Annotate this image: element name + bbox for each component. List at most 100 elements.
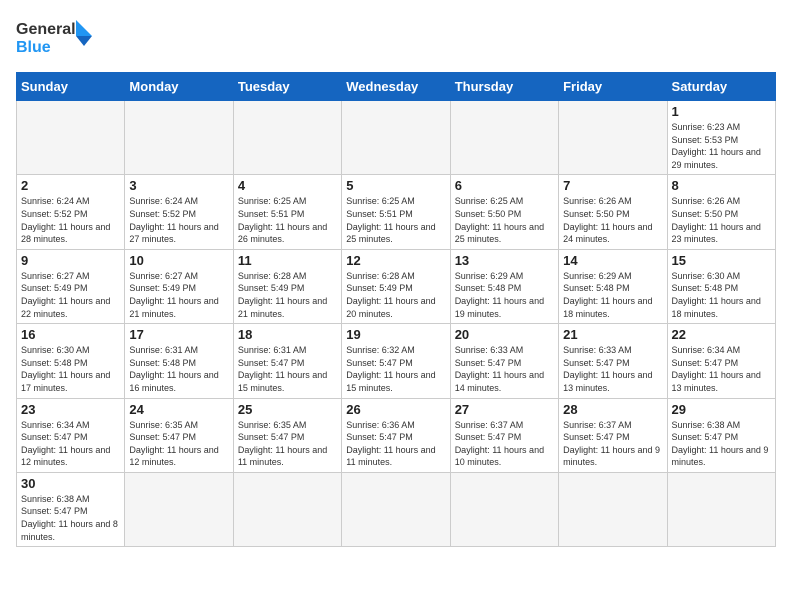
calendar-cell: 5Sunrise: 6:25 AM Sunset: 5:51 PM Daylig… xyxy=(342,175,450,249)
calendar: SundayMondayTuesdayWednesdayThursdayFrid… xyxy=(16,72,776,547)
calendar-cell: 14 Sunrise: 6:29 AM Sunset: 5:48 PM Dayli… xyxy=(559,249,667,323)
day-number: 1 xyxy=(672,104,771,119)
calendar-cell: 18 Sunrise: 6:31 AM Sunset: 5:47 PM Dayli… xyxy=(233,324,341,398)
calendar-cell xyxy=(342,101,450,175)
weekday-header: Friday xyxy=(559,73,667,101)
page-header: GeneralBlue xyxy=(16,16,776,60)
cell-sun-info: Sunrise: 6:34 AM Sunset: 5:47 PM Dayligh… xyxy=(21,419,120,469)
calendar-cell xyxy=(342,472,450,546)
svg-text:General: General xyxy=(16,21,76,38)
logo-icon: GeneralBlue xyxy=(16,16,96,60)
calendar-cell: 11 Sunrise: 6:28 AM Sunset: 5:49 PM Dayli… xyxy=(233,249,341,323)
cell-sun-info: Sunrise: 6:27 AM Sunset: 5:49 PM Dayligh… xyxy=(21,270,120,320)
cell-sun-info: Sunrise: 6:23 AM Sunset: 5:53 PM Dayligh… xyxy=(672,121,771,171)
day-number: 24 xyxy=(129,402,228,417)
day-number: 15 xyxy=(672,253,771,268)
calendar-cell: 3 Sunrise: 6:24 AM Sunset: 5:52 PM Daylig… xyxy=(125,175,233,249)
cell-sun-info: Sunrise: 6:29 AM Sunset: 5:48 PM Dayligh… xyxy=(563,270,662,320)
day-number: 2 xyxy=(21,178,120,193)
calendar-cell: 2Sunrise: 6:24 AM Sunset: 5:52 PM Daylig… xyxy=(17,175,125,249)
calendar-cell xyxy=(559,101,667,175)
day-number: 23 xyxy=(21,402,120,417)
cell-sun-info: Sunrise: 6:25 AM Sunset: 5:50 PM Dayligh… xyxy=(455,195,554,245)
calendar-week-row: 23 Sunrise: 6:34 AM Sunset: 5:47 PM Dayli… xyxy=(17,398,776,472)
weekday-header: Sunday xyxy=(17,73,125,101)
calendar-cell: 10Sunrise: 6:27 AM Sunset: 5:49 PM Dayli… xyxy=(125,249,233,323)
calendar-header-row: SundayMondayTuesdayWednesdayThursdayFrid… xyxy=(17,73,776,101)
weekday-header: Wednesday xyxy=(342,73,450,101)
day-number: 4 xyxy=(238,178,337,193)
calendar-cell: 15Sunrise: 6:30 AM Sunset: 5:48 PM Dayli… xyxy=(667,249,775,323)
cell-sun-info: Sunrise: 6:32 AM Sunset: 5:47 PM Dayligh… xyxy=(346,344,445,394)
calendar-cell: 4Sunrise: 6:25 AM Sunset: 5:51 PM Daylig… xyxy=(233,175,341,249)
cell-sun-info: Sunrise: 6:27 AM Sunset: 5:49 PM Dayligh… xyxy=(129,270,228,320)
day-number: 17 xyxy=(129,327,228,342)
cell-sun-info: Sunrise: 6:33 AM Sunset: 5:47 PM Dayligh… xyxy=(563,344,662,394)
weekday-header: Thursday xyxy=(450,73,558,101)
day-number: 13 xyxy=(455,253,554,268)
day-number: 27 xyxy=(455,402,554,417)
calendar-cell: 16 Sunrise: 6:30 AM Sunset: 5:48 PM Dayli… xyxy=(17,324,125,398)
cell-sun-info: Sunrise: 6:31 AM Sunset: 5:47 PM Dayligh… xyxy=(238,344,337,394)
cell-sun-info: Sunrise: 6:37 AM Sunset: 5:47 PM Dayligh… xyxy=(563,419,662,469)
calendar-cell xyxy=(17,101,125,175)
calendar-cell: 26 Sunrise: 6:36 AM Sunset: 5:47 PM Dayli… xyxy=(342,398,450,472)
day-number: 26 xyxy=(346,402,445,417)
cell-sun-info: Sunrise: 6:38 AM Sunset: 5:47 PM Dayligh… xyxy=(672,419,771,469)
weekday-header: Tuesday xyxy=(233,73,341,101)
cell-sun-info: Sunrise: 6:24 AM Sunset: 5:52 PM Dayligh… xyxy=(129,195,228,245)
calendar-cell xyxy=(559,472,667,546)
day-number: 7 xyxy=(563,178,662,193)
day-number: 21 xyxy=(563,327,662,342)
calendar-week-row: 16 Sunrise: 6:30 AM Sunset: 5:48 PM Dayli… xyxy=(17,324,776,398)
cell-sun-info: Sunrise: 6:34 AM Sunset: 5:47 PM Dayligh… xyxy=(672,344,771,394)
cell-sun-info: Sunrise: 6:35 AM Sunset: 5:47 PM Dayligh… xyxy=(238,419,337,469)
cell-sun-info: Sunrise: 6:35 AM Sunset: 5:47 PM Dayligh… xyxy=(129,419,228,469)
calendar-cell: 20Sunrise: 6:33 AM Sunset: 5:47 PM Dayli… xyxy=(450,324,558,398)
calendar-cell: 29 Sunrise: 6:38 AM Sunset: 5:47 PM Dayli… xyxy=(667,398,775,472)
cell-sun-info: Sunrise: 6:37 AM Sunset: 5:47 PM Dayligh… xyxy=(455,419,554,469)
cell-sun-info: Sunrise: 6:38 AM Sunset: 5:47 PM Dayligh… xyxy=(21,493,120,543)
day-number: 3 xyxy=(129,178,228,193)
calendar-week-row: 1 Sunrise: 6:23 AM Sunset: 5:53 PM Daylig… xyxy=(17,101,776,175)
calendar-cell: 6 Sunrise: 6:25 AM Sunset: 5:50 PM Daylig… xyxy=(450,175,558,249)
logo: GeneralBlue xyxy=(16,16,96,60)
day-number: 5 xyxy=(346,178,445,193)
calendar-cell: 7Sunrise: 6:26 AM Sunset: 5:50 PM Daylig… xyxy=(559,175,667,249)
calendar-cell: 12 Sunrise: 6:28 AM Sunset: 5:49 PM Dayli… xyxy=(342,249,450,323)
calendar-cell xyxy=(450,472,558,546)
calendar-cell: 25 Sunrise: 6:35 AM Sunset: 5:47 PM Dayli… xyxy=(233,398,341,472)
day-number: 28 xyxy=(563,402,662,417)
day-number: 29 xyxy=(672,402,771,417)
weekday-header: Monday xyxy=(125,73,233,101)
day-number: 25 xyxy=(238,402,337,417)
day-number: 8 xyxy=(672,178,771,193)
cell-sun-info: Sunrise: 6:33 AM Sunset: 5:47 PM Dayligh… xyxy=(455,344,554,394)
calendar-week-row: 2 Sunrise: 6:24 AM Sunset: 5:52 PM Daylig… xyxy=(17,175,776,249)
calendar-cell: 23 Sunrise: 6:34 AM Sunset: 5:47 PM Dayli… xyxy=(17,398,125,472)
day-number: 22 xyxy=(672,327,771,342)
day-number: 11 xyxy=(238,253,337,268)
calendar-cell: 28 Sunrise: 6:37 AM Sunset: 5:47 PM Dayli… xyxy=(559,398,667,472)
cell-sun-info: Sunrise: 6:26 AM Sunset: 5:50 PM Dayligh… xyxy=(672,195,771,245)
day-number: 19 xyxy=(346,327,445,342)
cell-sun-info: Sunrise: 6:36 AM Sunset: 5:47 PM Dayligh… xyxy=(346,419,445,469)
day-number: 6 xyxy=(455,178,554,193)
calendar-cell: 27 Sunrise: 6:37 AM Sunset: 5:47 PM Dayli… xyxy=(450,398,558,472)
calendar-cell: 1 Sunrise: 6:23 AM Sunset: 5:53 PM Daylig… xyxy=(667,101,775,175)
calendar-cell: 24 Sunrise: 6:35 AM Sunset: 5:47 PM Dayli… xyxy=(125,398,233,472)
calendar-cell xyxy=(125,472,233,546)
day-number: 18 xyxy=(238,327,337,342)
day-number: 9 xyxy=(21,253,120,268)
calendar-week-row: 9 Sunrise: 6:27 AM Sunset: 5:49 PM Daylig… xyxy=(17,249,776,323)
calendar-cell: 17Sunrise: 6:31 AM Sunset: 5:48 PM Dayli… xyxy=(125,324,233,398)
day-number: 14 xyxy=(563,253,662,268)
day-number: 16 xyxy=(21,327,120,342)
calendar-cell: 13Sunrise: 6:29 AM Sunset: 5:48 PM Dayli… xyxy=(450,249,558,323)
cell-sun-info: Sunrise: 6:28 AM Sunset: 5:49 PM Dayligh… xyxy=(346,270,445,320)
day-number: 30 xyxy=(21,476,120,491)
cell-sun-info: Sunrise: 6:30 AM Sunset: 5:48 PM Dayligh… xyxy=(21,344,120,394)
cell-sun-info: Sunrise: 6:28 AM Sunset: 5:49 PM Dayligh… xyxy=(238,270,337,320)
day-number: 12 xyxy=(346,253,445,268)
calendar-cell: 8 Sunrise: 6:26 AM Sunset: 5:50 PM Daylig… xyxy=(667,175,775,249)
